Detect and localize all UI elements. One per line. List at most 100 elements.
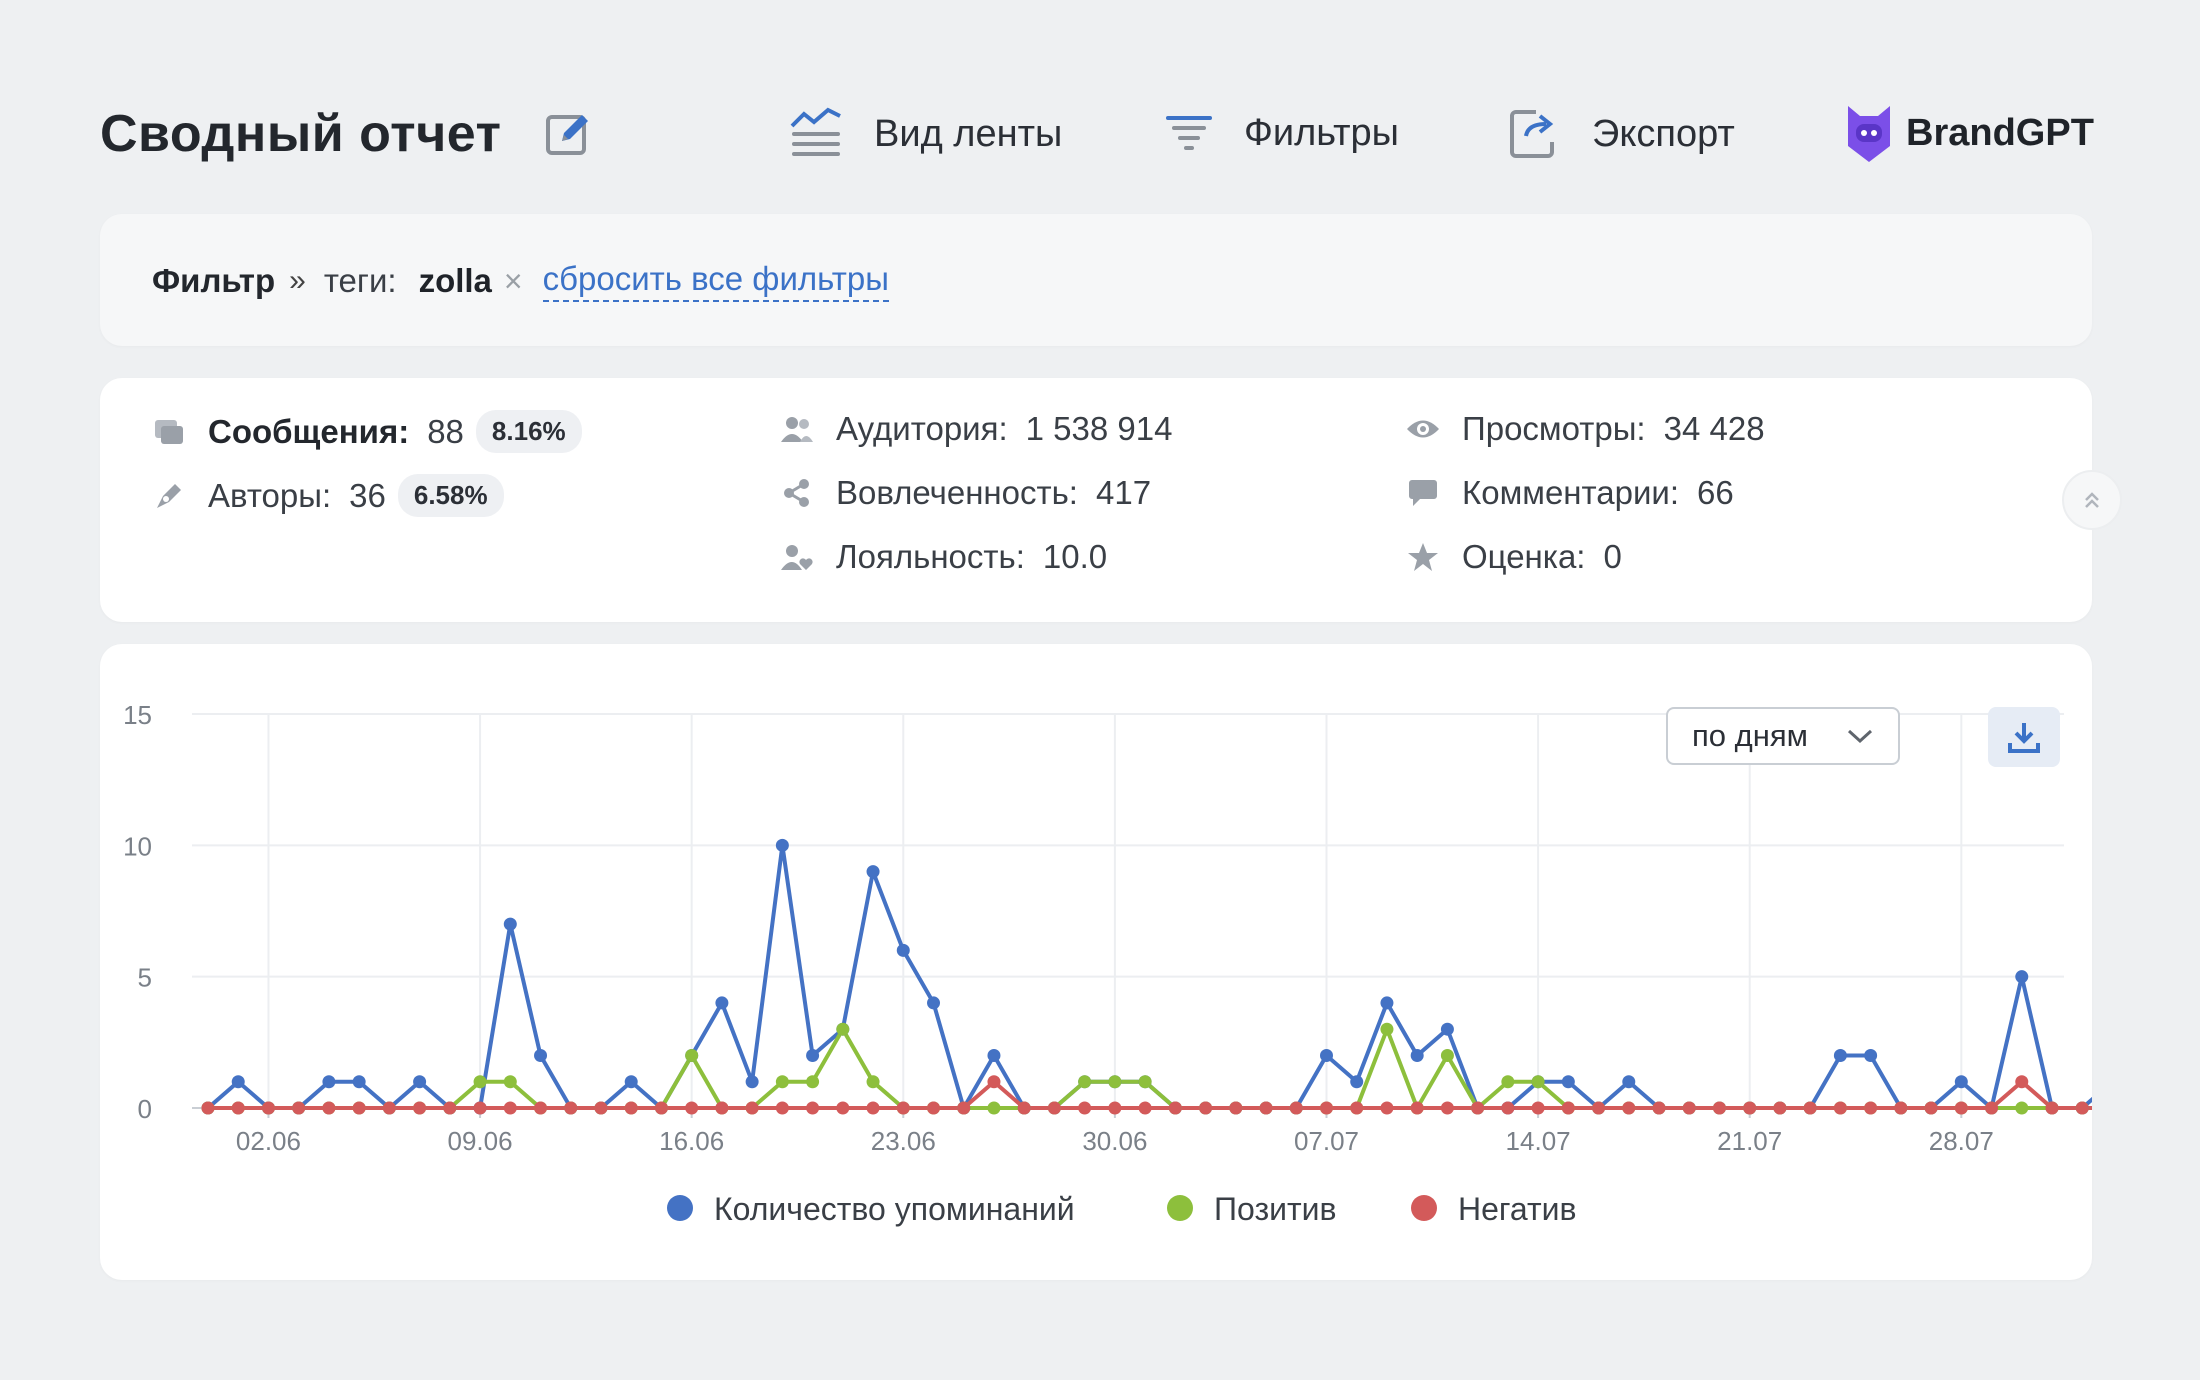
- series-negative-point[interactable]: [1894, 1101, 1908, 1115]
- series-positive-legend-marker[interactable]: [1167, 1195, 1193, 1221]
- series-mentions-point[interactable]: [866, 865, 880, 879]
- series-negative-point[interactable]: [836, 1101, 850, 1115]
- series-negative-point[interactable]: [201, 1101, 215, 1115]
- series-mentions-point[interactable]: [806, 1048, 820, 1062]
- series-negative-point[interactable]: [1773, 1101, 1787, 1115]
- series-negative-point[interactable]: [1410, 1101, 1424, 1115]
- series-positive-point[interactable]: [836, 1022, 850, 1036]
- series-mentions-point[interactable]: [715, 996, 729, 1010]
- series-negative-point[interactable]: [624, 1101, 638, 1115]
- series-negative-point[interactable]: [1138, 1101, 1152, 1115]
- series-negative-legend-marker[interactable]: [1411, 1195, 1437, 1221]
- series-positive-point[interactable]: [1108, 1075, 1122, 1089]
- series-negative-point[interactable]: [231, 1101, 245, 1115]
- series-positive-point[interactable]: [775, 1075, 789, 1089]
- download-chart-button[interactable]: [1988, 707, 2060, 767]
- series-negative-point[interactable]: [1622, 1101, 1636, 1115]
- series-negative-point[interactable]: [594, 1101, 608, 1115]
- series-negative-point[interactable]: [2015, 1075, 2029, 1089]
- series-mentions-point[interactable]: [534, 1048, 548, 1062]
- remove-tag-button[interactable]: ×: [504, 263, 523, 300]
- series-negative-point[interactable]: [1440, 1101, 1454, 1115]
- series-mentions-point[interactable]: [322, 1075, 336, 1089]
- collapse-stats-button[interactable]: [2062, 470, 2122, 530]
- series-mentions-point[interactable]: [1319, 1048, 1333, 1062]
- reset-filters-link[interactable]: сбросить все фильтры: [542, 260, 889, 302]
- series-negative-point[interactable]: [1168, 1101, 1182, 1115]
- series-negative-point[interactable]: [957, 1101, 971, 1115]
- series-negative-point[interactable]: [1954, 1101, 1968, 1115]
- series-positive-point[interactable]: [2015, 1101, 2029, 1115]
- series-negative-point[interactable]: [896, 1101, 910, 1115]
- series-negative-point[interactable]: [1047, 1101, 1061, 1115]
- series-mentions-point[interactable]: [1833, 1048, 1847, 1062]
- series-mentions-point[interactable]: [745, 1075, 759, 1089]
- series-positive-legend-label[interactable]: Позитив: [1214, 1191, 1337, 1227]
- series-negative-point[interactable]: [715, 1101, 729, 1115]
- series-negative-point[interactable]: [1864, 1101, 1878, 1115]
- series-negative-point[interactable]: [654, 1101, 668, 1115]
- edit-report-button[interactable]: [541, 106, 597, 162]
- series-mentions-point[interactable]: [624, 1075, 638, 1089]
- series-negative-point[interactable]: [806, 1101, 820, 1115]
- series-mentions-point[interactable]: [1954, 1075, 1968, 1089]
- series-mentions-point[interactable]: [896, 943, 910, 957]
- series-mentions-point[interactable]: [1440, 1022, 1454, 1036]
- series-positive-point[interactable]: [473, 1075, 487, 1089]
- series-positive-point[interactable]: [1501, 1075, 1515, 1089]
- series-negative-point[interactable]: [1017, 1101, 1031, 1115]
- series-negative-point[interactable]: [1350, 1101, 1364, 1115]
- series-negative-point[interactable]: [1531, 1101, 1545, 1115]
- series-mentions-point[interactable]: [1561, 1075, 1575, 1089]
- series-negative-point[interactable]: [564, 1101, 578, 1115]
- series-mentions-point[interactable]: [1350, 1075, 1364, 1089]
- series-mentions-point[interactable]: [927, 996, 941, 1010]
- series-negative-point[interactable]: [473, 1101, 487, 1115]
- series-negative-point[interactable]: [1924, 1101, 1938, 1115]
- export-button[interactable]: Экспорт: [1506, 106, 1735, 162]
- series-mentions-point[interactable]: [775, 838, 789, 852]
- series-mentions-point[interactable]: [1410, 1048, 1424, 1062]
- brandgpt-button[interactable]: BrandGPT: [1844, 102, 2094, 164]
- series-negative-point[interactable]: [775, 1101, 789, 1115]
- series-negative-point[interactable]: [292, 1101, 306, 1115]
- series-negative-point[interactable]: [534, 1101, 548, 1115]
- series-positive-point[interactable]: [1138, 1075, 1152, 1089]
- series-negative-point[interactable]: [2075, 1101, 2089, 1115]
- series-mentions-point[interactable]: [1622, 1075, 1636, 1089]
- series-negative-point[interactable]: [382, 1101, 396, 1115]
- series-mentions-point[interactable]: [503, 917, 517, 931]
- series-negative-point[interactable]: [322, 1101, 336, 1115]
- series-positive-point[interactable]: [1440, 1048, 1454, 1062]
- series-negative-point[interactable]: [685, 1101, 699, 1115]
- series-negative-point[interactable]: [261, 1101, 275, 1115]
- series-positive-point[interactable]: [1531, 1075, 1545, 1089]
- series-negative-point[interactable]: [1682, 1101, 1696, 1115]
- series-positive-point[interactable]: [685, 1048, 699, 1062]
- series-negative-point[interactable]: [1743, 1101, 1757, 1115]
- series-negative-point[interactable]: [1319, 1101, 1333, 1115]
- series-negative-point[interactable]: [1199, 1101, 1213, 1115]
- series-positive-point[interactable]: [1380, 1022, 1394, 1036]
- series-negative-point[interactable]: [1289, 1101, 1303, 1115]
- series-negative-point[interactable]: [866, 1101, 880, 1115]
- series-negative-point[interactable]: [1652, 1101, 1666, 1115]
- series-negative-point[interactable]: [1561, 1101, 1575, 1115]
- series-negative-point[interactable]: [987, 1075, 1001, 1089]
- series-negative-point[interactable]: [745, 1101, 759, 1115]
- series-mentions-point[interactable]: [1380, 996, 1394, 1010]
- series-negative-point[interactable]: [1078, 1101, 1092, 1115]
- series-positive-point[interactable]: [806, 1075, 820, 1089]
- series-negative-point[interactable]: [1592, 1101, 1606, 1115]
- series-mentions-legend-label[interactable]: Количество упоминаний: [714, 1191, 1075, 1227]
- series-negative-point[interactable]: [1501, 1101, 1515, 1115]
- series-negative-legend-label[interactable]: Негатив: [1458, 1191, 1577, 1227]
- series-negative-point[interactable]: [1259, 1101, 1273, 1115]
- series-negative-point[interactable]: [927, 1101, 941, 1115]
- series-mentions-point[interactable]: [1864, 1048, 1878, 1062]
- series-negative-point[interactable]: [1108, 1101, 1122, 1115]
- series-negative-point[interactable]: [1985, 1101, 1999, 1115]
- series-positive-point[interactable]: [987, 1101, 1001, 1115]
- filters-button[interactable]: Фильтры: [1164, 108, 1399, 158]
- series-negative-point[interactable]: [1380, 1101, 1394, 1115]
